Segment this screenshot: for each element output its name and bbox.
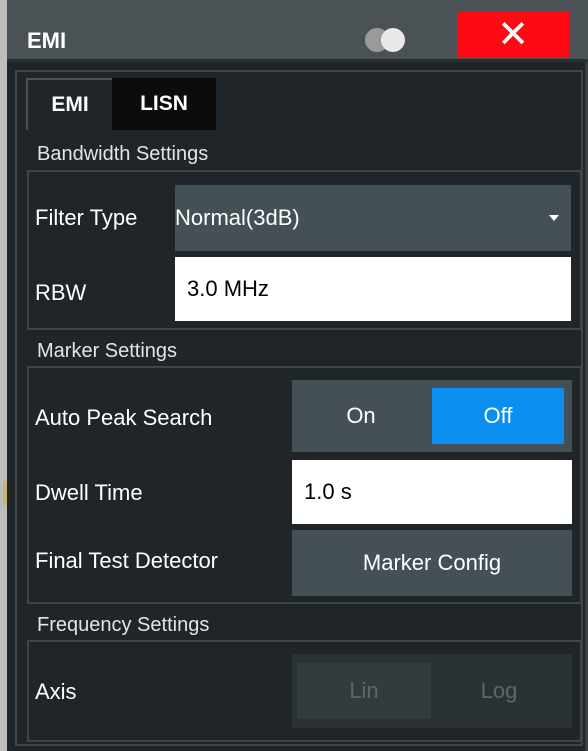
axis-lin-button[interactable]: Lin [297, 663, 431, 719]
dropdown-arrow-icon [549, 215, 559, 221]
emi-dialog: EMI ✕ EMI LISN Bandwidth Settings Filter… [7, 0, 588, 751]
dwell-time-label: Dwell Time [35, 480, 143, 505]
close-button[interactable]: ✕ [457, 12, 569, 58]
title-bar[interactable]: EMI ✕ [7, 0, 588, 62]
frequency-section-label: Frequency Settings [37, 614, 210, 636]
background-window-edge [0, 0, 7, 751]
tab-emi-label: EMI [51, 93, 89, 116]
final-test-detector-label: Final Test Detector [35, 548, 219, 573]
dwell-time-input[interactable]: 1.0 s [292, 460, 572, 524]
tab-lisn[interactable]: LISN [112, 78, 216, 130]
rbw-input[interactable]: 3.0 MHz [175, 257, 571, 321]
auto-peak-on-button[interactable]: On [292, 380, 430, 452]
filter-type-value: Normal(3dB) [175, 205, 300, 230]
close-icon: ✕ [497, 14, 529, 56]
bandwidth-section-label: Bandwidth Settings [37, 143, 209, 165]
marker-section-label: Marker Settings [37, 340, 178, 362]
filter-type-label: Filter Type [35, 205, 138, 230]
tab-emi[interactable]: EMI [26, 78, 112, 130]
axis-label: Axis [35, 679, 77, 704]
filter-type-dropdown[interactable]: Normal(3dB) [175, 185, 571, 251]
axis-log-button[interactable]: Log [431, 663, 567, 719]
transparency-toggle-icon[interactable] [365, 26, 411, 54]
marker-config-button[interactable]: Marker Config [292, 530, 572, 596]
auto-peak-off-wrapper: Off [430, 380, 572, 452]
tab-lisn-label: LISN [140, 92, 188, 115]
auto-peak-off-button[interactable]: Off [432, 388, 564, 444]
rbw-label: RBW [35, 280, 87, 305]
auto-peak-search-label: Auto Peak Search [35, 405, 213, 430]
dialog-title: EMI [27, 28, 67, 53]
